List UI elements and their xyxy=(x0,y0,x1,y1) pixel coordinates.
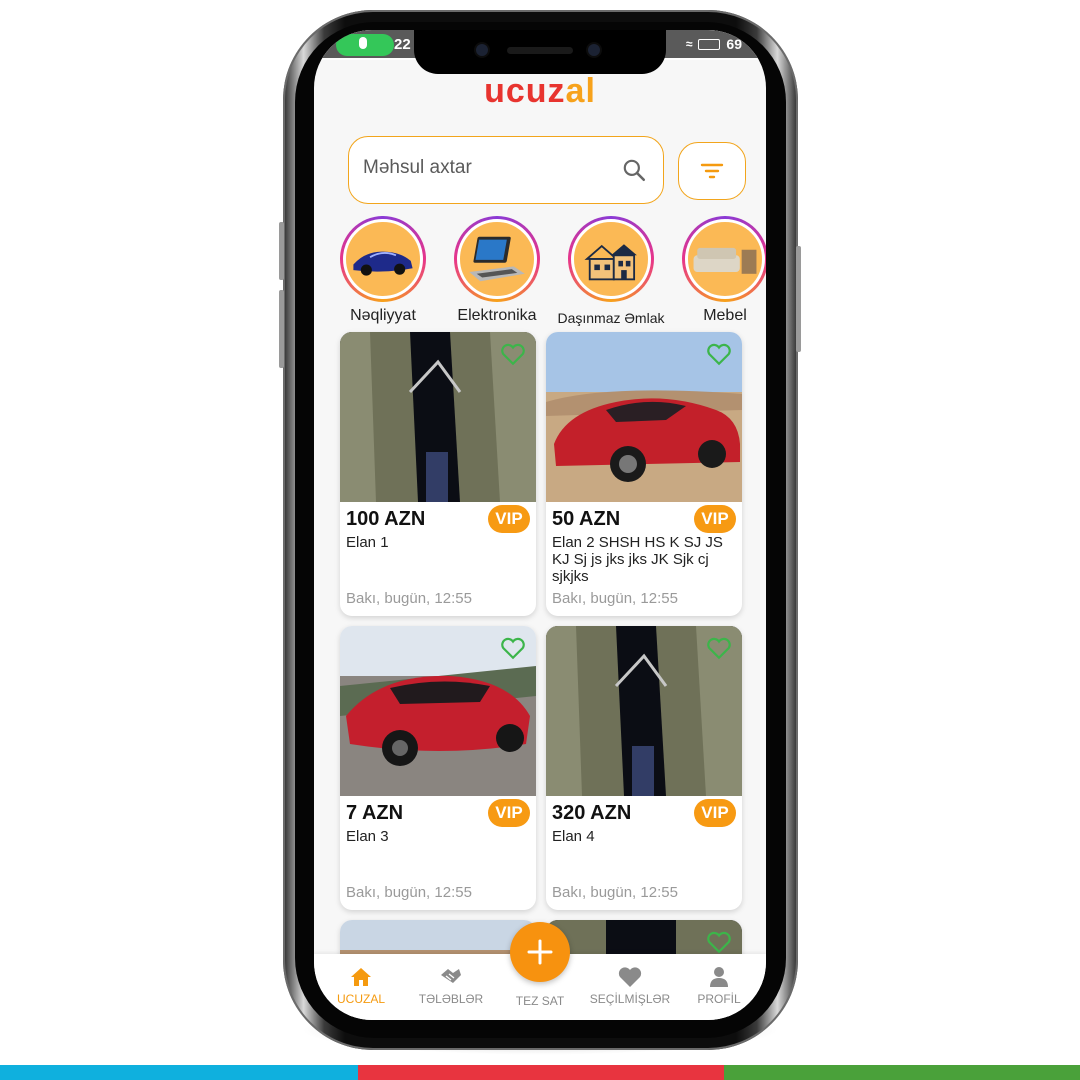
listing-price: 50 AZN xyxy=(552,508,621,530)
filter-icon xyxy=(700,163,724,179)
mic-icon xyxy=(359,37,367,49)
listing-image[interactable] xyxy=(340,626,536,796)
camera-icon xyxy=(476,44,488,56)
category-strip: Nəqliyyat Elektronika Daşınmaz Əmlak Meb… xyxy=(314,216,766,326)
nav-label: PROFİL xyxy=(697,992,741,1006)
vip-badge: VIP xyxy=(488,799,530,827)
category-label: Daşınmaz Əmlak xyxy=(557,310,665,326)
listing-image[interactable] xyxy=(546,332,742,502)
quick-sell-fab[interactable] xyxy=(510,922,570,982)
wifi-icon: ≈ xyxy=(685,37,693,51)
nav-label: SEÇİLMİŞLƏR xyxy=(589,992,671,1006)
listing-card[interactable]: 7 AZN VIP Elan 3 Bakı, bugün, 12:55 xyxy=(340,626,536,910)
laptop-icon xyxy=(469,236,525,282)
vip-badge: VIP xyxy=(488,505,530,533)
speaker-grille xyxy=(507,47,573,54)
listing-image[interactable] xyxy=(340,332,536,502)
listing-meta: Bakı, bugün, 12:55 xyxy=(346,590,472,607)
search-input[interactable] xyxy=(363,157,613,179)
listing-price: 7 AZN xyxy=(346,802,404,824)
listing-card[interactable]: 100 AZN VIP Elan 1 Bakı, bugün, 12:55 xyxy=(340,332,536,616)
listing-card[interactable]: 50 AZN VIP Elan 2 SHSH HS K SJ JS KJ Sj … xyxy=(546,332,742,616)
listing-meta: Bakı, bugün, 12:55 xyxy=(346,884,472,901)
handshake-icon xyxy=(441,969,461,983)
stage: 22 ≈ 69 ucuzal Məhsul axtar Nəqliyyat El… xyxy=(0,0,1080,1080)
favorite-heart-icon[interactable] xyxy=(706,636,732,660)
nav-home[interactable]: UCUZAL xyxy=(316,966,406,1006)
listing-title: Elan 2 SHSH HS K SJ JS KJ Sj js jks jks … xyxy=(552,534,723,585)
battery-icon xyxy=(698,38,721,50)
brand-bar-green xyxy=(724,1065,1080,1080)
plus-icon xyxy=(527,939,553,965)
favorite-heart-icon[interactable] xyxy=(706,342,732,366)
listing-card[interactable]: 320 AZN VIP Elan 4 Bakı, bugün, 12:55 xyxy=(546,626,742,910)
nav-sell[interactable]: TEZ SAT xyxy=(495,994,585,1008)
category-vehicles[interactable]: Nəqliyyat xyxy=(328,216,438,325)
power-button xyxy=(796,246,801,352)
status-time: 22 xyxy=(394,36,411,53)
search-box[interactable] xyxy=(348,136,664,204)
brand-bar-red xyxy=(358,1065,724,1080)
nav-favorites[interactable]: SEÇİLMİŞLƏR xyxy=(585,966,675,1006)
brand-bar-blue xyxy=(0,1065,358,1080)
nav-label: UCUZAL xyxy=(336,992,385,1006)
app-screen: 22 ≈ 69 ucuzal Məhsul axtar Nəqliyyat El… xyxy=(314,30,766,1020)
sensor-icon xyxy=(588,44,600,56)
nav-requests[interactable]: TƏLƏBLƏR xyxy=(406,966,496,1006)
home-icon xyxy=(351,968,371,986)
sofa-icon xyxy=(693,247,757,274)
listing-title: Elan 3 xyxy=(346,828,389,845)
category-label: Mebel xyxy=(703,307,747,324)
favorite-heart-icon[interactable] xyxy=(500,636,526,660)
listing-title: Elan 1 xyxy=(346,534,389,551)
category-real-estate[interactable]: Daşınmaz Əmlak xyxy=(556,216,666,326)
app-logo: ucuzal xyxy=(484,72,596,110)
car-icon xyxy=(353,251,413,276)
battery-level: 69 xyxy=(726,36,742,52)
filter-button[interactable] xyxy=(678,142,746,200)
category-furniture[interactable]: Mebel xyxy=(670,216,766,325)
volume-up-button xyxy=(279,222,284,280)
nav-label: TEZ SAT xyxy=(515,994,565,1008)
notch xyxy=(414,30,666,74)
nav-label: TƏLƏBLƏR xyxy=(418,992,484,1006)
status-icons: ≈ 69 xyxy=(686,36,742,52)
house-icon xyxy=(584,244,637,281)
favorite-heart-icon[interactable] xyxy=(500,342,526,366)
listing-title: Elan 4 xyxy=(552,828,595,845)
vip-badge: VIP xyxy=(694,799,736,827)
listing-price: 320 AZN xyxy=(552,802,632,824)
vip-badge: VIP xyxy=(694,505,736,533)
nav-profile[interactable]: PROFİL xyxy=(674,966,764,1006)
listing-meta: Bakı, bugün, 12:55 xyxy=(552,884,678,901)
category-label: Nəqliyyat xyxy=(350,307,416,324)
category-electronics[interactable]: Elektronika xyxy=(442,216,552,325)
user-icon xyxy=(710,967,728,987)
listing-price: 100 AZN xyxy=(346,508,426,530)
heart-icon xyxy=(618,967,642,987)
listing-image[interactable] xyxy=(546,626,742,796)
favorite-heart-icon[interactable] xyxy=(706,930,732,954)
volume-down-button xyxy=(279,290,284,368)
listing-meta: Bakı, bugün, 12:55 xyxy=(552,590,678,607)
category-label: Elektronika xyxy=(457,307,537,324)
search-icon[interactable] xyxy=(621,157,647,183)
